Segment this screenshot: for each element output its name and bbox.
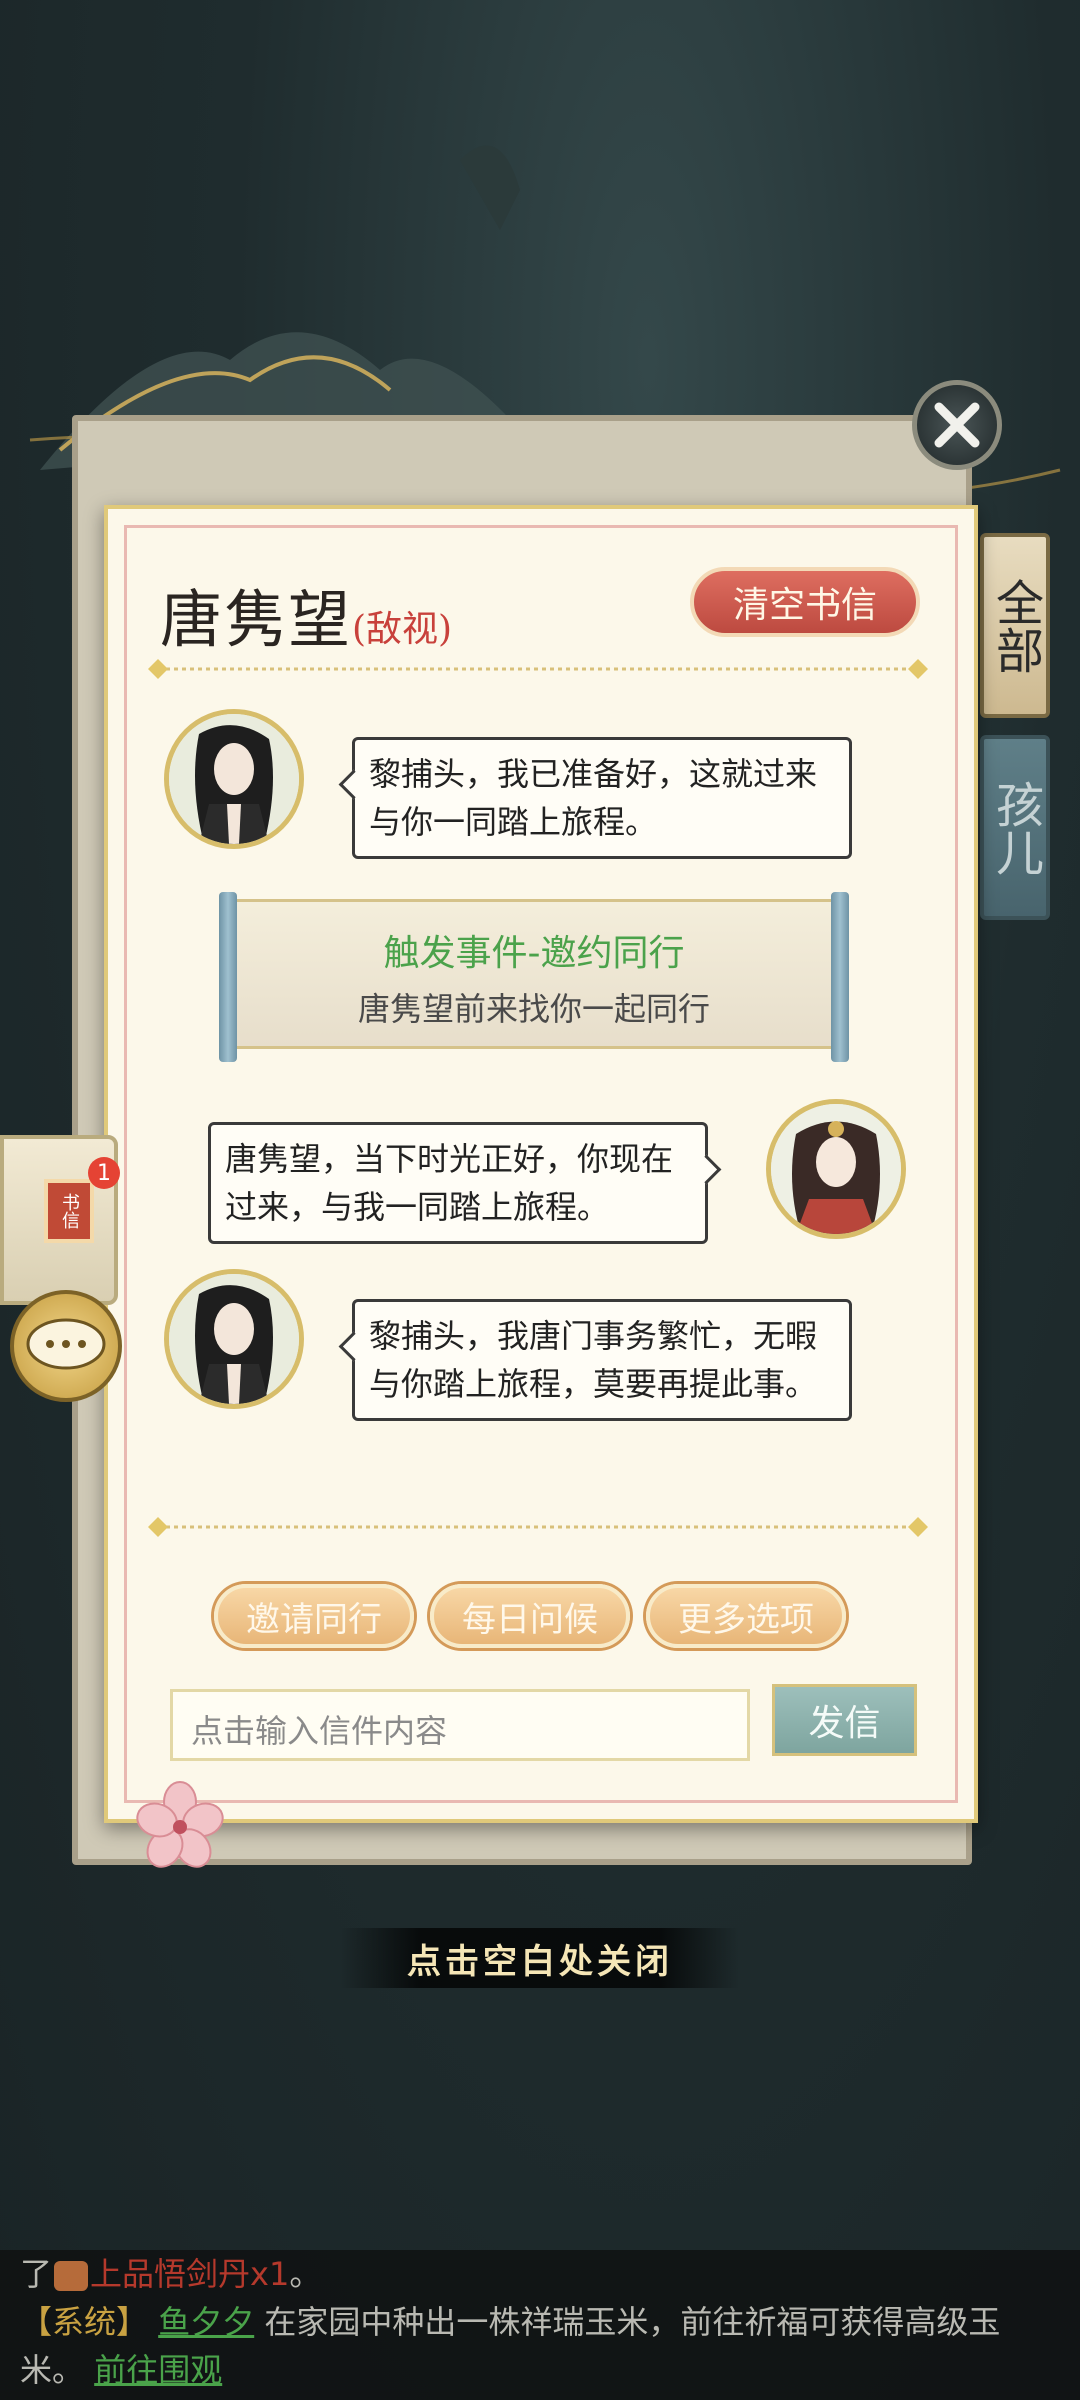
contact-avatar [164,1269,304,1409]
player-avatar [766,1099,906,1239]
chat-line: 【系统】 鱼夕夕 在家园中种出一株祥瑞玉米，前往祈福可获得高级玉 [20,2298,1060,2346]
world-chat-log[interactable]: 了上品悟剑丹x1。 【系统】 鱼夕夕 在家园中种出一株祥瑞玉米，前往祈福可获得高… [0,2250,1080,2400]
close-button[interactable] [912,380,1002,470]
message-bubble: 黎捕头，我唐门事务繁忙，无暇与你踏上旅程，莫要再提此事。 [352,1299,852,1421]
daily-greeting-button[interactable]: 每日问候 [430,1584,630,1648]
send-button[interactable]: 发信 [772,1684,917,1756]
more-options-button[interactable]: 更多选项 [646,1584,846,1648]
chat-text: 在家园中种出一株祥瑞玉米，前往祈福可获得高级玉 [264,2303,1001,2341]
invite-travel-button[interactable]: 邀请同行 [214,1584,414,1648]
go-watch-link[interactable]: 前往围观 [94,2351,222,2389]
male-character-portrait-icon [169,714,299,844]
item-icon [54,2261,89,2291]
chat-button[interactable] [10,1290,122,1402]
chat-text: 。 [289,2255,322,2293]
male-character-portrait-icon [169,1274,299,1404]
tab-children[interactable]: 孩儿 [980,735,1050,920]
chat-text: 了 [20,2255,53,2293]
event-description: 唐隽望前来找你一起同行 [357,990,710,1028]
scroll-rod-right [831,892,849,1062]
tab-all[interactable]: 全部 [980,533,1050,718]
chat-text: 米。 [20,2351,85,2389]
scroll-rod-left [219,892,237,1062]
contact-name: 唐隽望 [160,583,353,656]
event-title: 触发事件-邀约同行 [383,933,685,974]
event-scroll: 触发事件-邀约同行 唐隽望前来找你一起同行 [219,892,849,1062]
message-bubble: 唐隽望，当下时光正好，你现在过来，与我一同踏上旅程。 [208,1122,708,1244]
female-character-portrait-icon [771,1104,901,1234]
close-icon [934,402,980,448]
letters-widget[interactable]: 书信 1 [0,1135,120,1305]
divider-bottom [148,1517,928,1537]
chat-bubble-icon [26,1318,106,1370]
relation-status: (敌视) [352,609,453,650]
contact-avatar [164,709,304,849]
notification-badge: 1 [88,1157,120,1189]
clear-letters-button[interactable]: 清空书信 [690,567,920,637]
chat-item-name: 上品悟剑丹x1 [90,2255,290,2293]
letter-input[interactable]: 点击输入信件内容 [170,1689,750,1761]
chat-line: 了上品悟剑丹x1。 [20,2250,1060,2298]
contact-title: 唐隽望(敌视) [160,569,452,659]
blossom-icon [136,1781,224,1868]
message-text: 黎捕头，我唐门事务繁忙，无暇与你踏上旅程，莫要再提此事。 [369,1317,818,1403]
message-bubble: 黎捕头，我已准备好，这就过来与你一同踏上旅程。 [352,737,852,859]
chat-system-tag: 【系统】 [20,2303,149,2341]
letter-icon: 书信 [44,1179,94,1243]
message-text: 黎捕头，我已准备好，这就过来与你一同踏上旅程。 [369,755,818,841]
chat-line: 米。 前往围观 [20,2346,1060,2394]
chat-player-link[interactable]: 鱼夕夕 [158,2303,254,2341]
divider-top [148,659,928,679]
letter-panel: 唐隽望(敌视) 清空书信 黎捕头，我已准备好，这就过来与你一同踏上旅程。 触发事… [104,505,978,1823]
tap-to-close-hint[interactable]: 点击空白处关闭 [340,1928,740,1988]
message-text: 唐隽望，当下时光正好，你现在过来，与我一同踏上旅程。 [225,1140,674,1226]
